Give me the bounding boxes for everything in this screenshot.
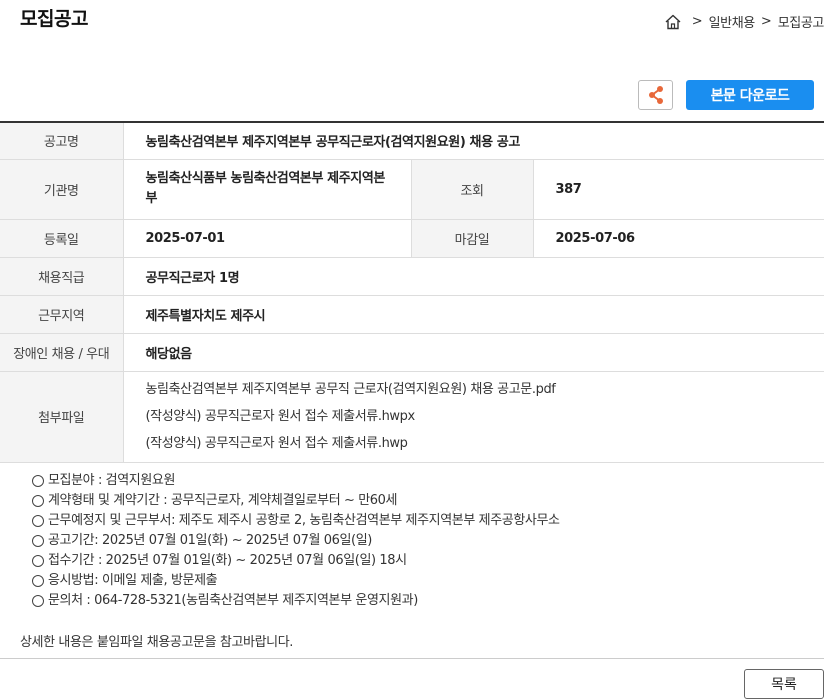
circle-bullet-icon (32, 495, 44, 507)
detail-text: 모집분야 : 검역지원요원 (48, 473, 176, 488)
list-button[interactable]: 목록 (744, 669, 824, 699)
table-row: 기관명 농림축산식품부 농림축산검역본부 제주지역본부 조회 387 (0, 159, 824, 220)
circle-bullet-icon (32, 535, 44, 547)
breadcrumb: > 일반채용 > 모집공고 (664, 12, 824, 31)
list-item: 계약형태 및 계약기간 : 공무직근로자, 계약체결일로부터 ~ 만60세 (32, 491, 560, 511)
breadcrumb-item-recruitment[interactable]: 모집공고 (778, 12, 824, 31)
attachments-cell: 농림축산검역본부 제주지역본부 공무직 근로자(검역지원요원) 채용 공고문.p… (123, 371, 824, 463)
announcement-value: 농림축산검역본부 제주지역본부 공무직근로자(검역지원요원) 채용 공고 (123, 122, 824, 160)
organization-label: 기관명 (0, 159, 124, 220)
organization-value: 농림축산식품부 농림축산검역본부 제주지역본부 (123, 159, 411, 220)
table-row: 장애인 채용 / 우대 해당없음 (0, 333, 824, 372)
table-row: 근무지역 제주특별자치도 제주시 (0, 295, 824, 334)
share-icon (648, 86, 663, 104)
attachment-link-pdf[interactable]: 농림축산검역본부 제주지역본부 공무직 근로자(검역지원요원) 채용 공고문.p… (146, 376, 824, 403)
views-label: 조회 (410, 159, 534, 220)
breadcrumb-separator: > (691, 14, 703, 29)
job-info-table: 공고명 농림축산검역본부 제주지역본부 공무직근로자(검역지원요원) 채용 공고… (0, 121, 824, 463)
position-label: 채용직급 (0, 257, 124, 296)
list-item: 근무예정지 및 근무부서: 제주도 제주시 공항로 2, 농림축산검역본부 제주… (32, 511, 560, 531)
download-body-button[interactable]: 본문 다운로드 (686, 80, 814, 110)
breadcrumb-separator: > (760, 14, 772, 29)
detail-text: 접수기간 : 2025년 07월 01일(화) ~ 2025년 07월 06일(… (48, 553, 407, 568)
list-item: 응시방법: 이메일 제출, 방문제출 (32, 571, 560, 591)
deadline-value: 2025-07-06 (533, 219, 824, 258)
table-row: 채용직급 공무직근로자 1명 (0, 257, 824, 296)
work-region-label: 근무지역 (0, 295, 124, 334)
share-button[interactable] (638, 80, 673, 110)
circle-bullet-icon (32, 575, 44, 587)
list-item: 문의처 : 064-728-5321(농림축산검역본부 제주지역본부 운영지원과… (32, 591, 560, 611)
detail-text: 계약형태 및 계약기간 : 공무직근로자, 계약체결일로부터 ~ 만60세 (48, 493, 398, 508)
work-region-value: 제주특별자치도 제주시 (123, 295, 824, 334)
detail-text: 문의처 : 064-728-5321(농림축산검역본부 제주지역본부 운영지원과… (48, 593, 418, 608)
position-value: 공무직근로자 1명 (123, 257, 824, 296)
list-item: 공고기간: 2025년 07월 01일(화) ~ 2025년 07월 06일(일… (32, 531, 560, 551)
table-row: 등록일 2025-07-01 마감일 2025-07-06 (0, 219, 824, 258)
announcement-details: 모집분야 : 검역지원요원 계약형태 및 계약기간 : 공무직근로자, 계약체결… (32, 471, 560, 611)
list-item: 모집분야 : 검역지원요원 (32, 471, 560, 491)
circle-bullet-icon (32, 595, 44, 607)
table-row: 첨부파일 농림축산검역본부 제주지역본부 공무직 근로자(검역지원요원) 채용 … (0, 371, 824, 463)
breadcrumb-item-general-hiring[interactable]: 일반채용 (709, 12, 756, 31)
attachments-label: 첨부파일 (0, 371, 124, 463)
attachment-link-hwp[interactable]: (작성양식) 공무직근로자 원서 접수 제출서류.hwp (146, 430, 824, 457)
divider (0, 658, 824, 659)
list-item: 접수기간 : 2025년 07월 01일(화) ~ 2025년 07월 06일(… (32, 551, 560, 571)
circle-bullet-icon (32, 515, 44, 527)
deadline-label: 마감일 (410, 219, 534, 258)
detail-text: 응시방법: 이메일 제출, 방문제출 (48, 573, 218, 588)
detail-note: 상세한 내용은 붙임파일 채용공고문을 참고바랍니다. (20, 635, 293, 650)
disability-value: 해당없음 (123, 333, 824, 372)
page-title: 모집공고 (20, 8, 88, 30)
circle-bullet-icon (32, 475, 44, 487)
circle-bullet-icon (32, 555, 44, 567)
home-icon[interactable] (664, 13, 682, 31)
views-value: 387 (533, 159, 824, 220)
registration-date-label: 등록일 (0, 219, 124, 258)
table-row: 공고명 농림축산검역본부 제주지역본부 공무직근로자(검역지원요원) 채용 공고 (0, 122, 824, 160)
announcement-label: 공고명 (0, 122, 124, 160)
detail-text: 공고기간: 2025년 07월 01일(화) ~ 2025년 07월 06일(일… (48, 533, 372, 548)
attachment-link-hwpx[interactable]: (작성양식) 공무직근로자 원서 접수 제출서류.hwpx (146, 403, 824, 430)
registration-date-value: 2025-07-01 (123, 219, 411, 258)
detail-text: 근무예정지 및 근무부서: 제주도 제주시 공항로 2, 농림축산검역본부 제주… (48, 513, 560, 528)
disability-label: 장애인 채용 / 우대 (0, 333, 124, 372)
